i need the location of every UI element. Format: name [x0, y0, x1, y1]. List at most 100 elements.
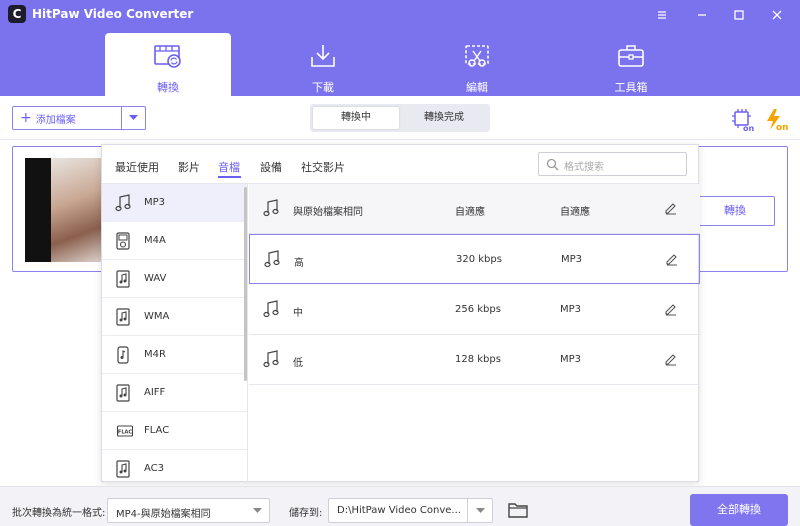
- video-thumbnail[interactable]: [25, 158, 107, 262]
- quality-format: MP3: [560, 304, 582, 315]
- format-label: MP3: [144, 197, 166, 208]
- minimize-icon[interactable]: [690, 4, 714, 26]
- lightning-on-icon[interactable]: on: [763, 108, 791, 132]
- flac-icon: FLAC: [116, 424, 134, 437]
- folder-icon[interactable]: [508, 502, 528, 518]
- add-files-dropdown[interactable]: [121, 107, 145, 129]
- tab-edit-label: 編輯: [466, 81, 488, 94]
- music-note-icon: [263, 350, 279, 368]
- category-device[interactable]: 設備: [260, 159, 282, 175]
- add-files-label: 添加檔案: [35, 114, 76, 126]
- tab-toolbox-label: 工具箱: [614, 81, 648, 94]
- quality-name: 高: [294, 258, 304, 269]
- caret-down-icon: [129, 115, 138, 120]
- format-item-wma[interactable]: WMA: [102, 298, 247, 336]
- quality-format: MP3: [561, 254, 583, 265]
- batch-format-label: 批次轉換為統一格式:: [12, 508, 106, 519]
- save-to-label: 儲存到:: [289, 508, 323, 519]
- tab-toolbox[interactable]: 工具箱: [568, 33, 694, 96]
- footer-bar: 批次轉換為統一格式: MP4-與原始檔案相同 儲存到: D:\HitPaw Vi…: [0, 486, 800, 526]
- maximize-icon[interactable]: [727, 4, 751, 26]
- quality-row-medium[interactable]: 中 256 kbps MP3: [249, 285, 700, 335]
- caret-down-icon: [253, 508, 262, 513]
- quality-bitrate: 自適應: [455, 207, 485, 218]
- svg-text:FLAC: FLAC: [118, 429, 132, 435]
- format-label: M4R: [144, 349, 166, 360]
- batch-format-value: MP4-與原始檔案相同: [116, 509, 211, 520]
- chip-on-icon[interactable]: on: [730, 108, 758, 132]
- quality-row-low[interactable]: 低 128 kbps MP3: [249, 335, 700, 385]
- format-label: AIFF: [144, 387, 166, 398]
- film-convert-icon: [154, 45, 181, 68]
- svg-text:on: on: [776, 123, 789, 132]
- category-audio[interactable]: 音檔: [218, 159, 240, 175]
- caret-down-icon: [476, 508, 485, 513]
- convert-all-button[interactable]: 全部轉換: [690, 494, 788, 526]
- music-note-icon: [263, 300, 279, 318]
- quality-format: MP3: [560, 354, 582, 365]
- status-segmented-control: 轉換中 轉換完成: [310, 104, 490, 132]
- music-note-icon: [263, 199, 279, 217]
- quality-bitrate: 256 kbps: [455, 304, 501, 315]
- tab-download-label: 下載: [312, 81, 334, 94]
- audio-file-icon: [116, 307, 130, 326]
- format-item-wav[interactable]: WAV: [102, 260, 247, 298]
- tab-convert[interactable]: 轉換: [105, 33, 231, 96]
- toolbox-icon: [618, 45, 644, 67]
- audio-file-icon: [116, 383, 130, 402]
- svg-text:on: on: [743, 124, 754, 132]
- quality-row-original[interactable]: 與原始檔案相同 自適應 自適應: [249, 184, 700, 234]
- format-item-m4a[interactable]: M4A: [102, 222, 247, 260]
- category-underline: [218, 176, 241, 178]
- add-files-button[interactable]: + 添加檔案: [12, 106, 146, 130]
- category-social[interactable]: 社交影片: [301, 159, 345, 175]
- quality-bitrate: 128 kbps: [455, 354, 501, 365]
- format-item-aiff[interactable]: AIFF: [102, 374, 247, 412]
- search-icon: [546, 158, 559, 171]
- edit-pencil-icon[interactable]: [664, 201, 678, 215]
- download-tray-icon: [311, 45, 335, 67]
- scissors-edit-icon: [465, 45, 489, 67]
- save-path-value: D:\HitPaw Video Conve...: [337, 505, 461, 516]
- format-item-flac[interactable]: FLAC FLAC: [102, 412, 247, 450]
- tab-convert-label: 轉換: [157, 81, 179, 94]
- music-note-icon: [115, 193, 131, 211]
- batch-format-select[interactable]: MP4-與原始檔案相同: [107, 498, 270, 523]
- format-item-mp3[interactable]: MP3: [102, 184, 247, 222]
- tab-edit[interactable]: 編輯: [414, 33, 540, 96]
- convert-button[interactable]: 轉換: [695, 196, 775, 226]
- quality-row-high[interactable]: 高 320 kbps MP3: [249, 234, 700, 284]
- format-label: FLAC: [144, 425, 170, 436]
- quality-format: 自適應: [560, 207, 590, 218]
- segment-completed[interactable]: 轉換完成: [401, 107, 487, 129]
- quality-name: 中: [293, 308, 303, 319]
- format-label: M4A: [144, 235, 166, 246]
- format-list: MP3 M4A WAV WMA M4R AIFF FLAC FLAC AC3: [102, 184, 248, 482]
- format-popup: 最近使用 影片 音檔 設備 社交影片 格式搜索 MP3 M4A WAV WMA: [101, 144, 700, 482]
- format-item-m4r[interactable]: M4R: [102, 336, 247, 374]
- format-item-ac3[interactable]: AC3: [102, 450, 247, 482]
- tab-download[interactable]: 下載: [260, 33, 386, 96]
- format-label: AC3: [144, 463, 165, 474]
- category-video[interactable]: 影片: [178, 159, 200, 175]
- ipod-icon: [116, 231, 130, 250]
- plus-icon: +: [20, 110, 32, 126]
- segment-converting[interactable]: 轉換中: [313, 107, 399, 129]
- format-list-scrollbar[interactable]: [244, 187, 247, 381]
- quality-name: 低: [293, 358, 303, 369]
- title-bar: C HitPaw Video Converter 轉換 下載 編輯 工具箱: [0, 0, 800, 96]
- close-icon[interactable]: [765, 4, 789, 26]
- audio-file-icon: [116, 459, 130, 478]
- edit-pencil-icon[interactable]: [664, 352, 678, 366]
- music-note-icon: [264, 250, 280, 268]
- format-label: WAV: [144, 273, 167, 284]
- edit-pencil-icon[interactable]: [665, 252, 679, 266]
- quality-bitrate: 320 kbps: [456, 254, 502, 265]
- edit-pencil-icon[interactable]: [664, 302, 678, 316]
- category-recent[interactable]: 最近使用: [115, 159, 159, 175]
- menu-icon[interactable]: [650, 4, 674, 26]
- ringtone-icon: [117, 345, 129, 364]
- save-path-select[interactable]: D:\HitPaw Video Conve...: [328, 498, 493, 523]
- format-search-input[interactable]: 格式搜索: [538, 152, 687, 176]
- add-files-main[interactable]: + 添加檔案: [13, 107, 121, 129]
